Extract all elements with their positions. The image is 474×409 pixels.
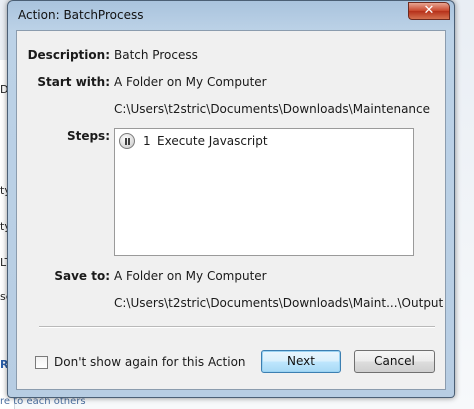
description-value: Batch Process [114,48,198,62]
close-icon: ✕ [423,3,435,18]
save-to-label: Save to: [54,269,110,283]
dont-show-again-checkbox[interactable] [35,356,48,369]
pause-icon[interactable] [119,133,135,149]
save-to-path: C:\Users\t2stric\Documents\Downloads\Mai… [114,296,444,310]
steps-label: Steps: [66,129,110,143]
batch-process-dialog: Action: BatchProcess ✕ Description: Batc… [7,0,455,398]
dialog-content: Description: Batch Process Start with: A… [16,30,446,390]
step-number: 1 [143,134,151,148]
close-button[interactable]: ✕ [408,2,450,20]
cancel-button[interactable]: Cancel [354,350,435,373]
start-with-path: C:\Users\t2stric\Documents\Downloads\Mai… [114,102,431,116]
start-with-value: A Folder on My Computer [114,75,267,89]
description-label: Description: [27,48,110,62]
save-to-value: A Folder on My Computer [114,269,267,283]
dont-show-again-label[interactable]: Don't show again for this Action [54,355,246,369]
dialog-title: Action: BatchProcess [18,8,144,22]
step-item[interactable]: 1 Execute Javascript [119,133,399,151]
next-button[interactable]: Next [261,350,341,373]
step-label: Execute Javascript [157,134,268,148]
steps-list[interactable]: 1 Execute Javascript [114,128,414,256]
separator [39,326,435,328]
start-with-label: Start with: [37,75,110,89]
